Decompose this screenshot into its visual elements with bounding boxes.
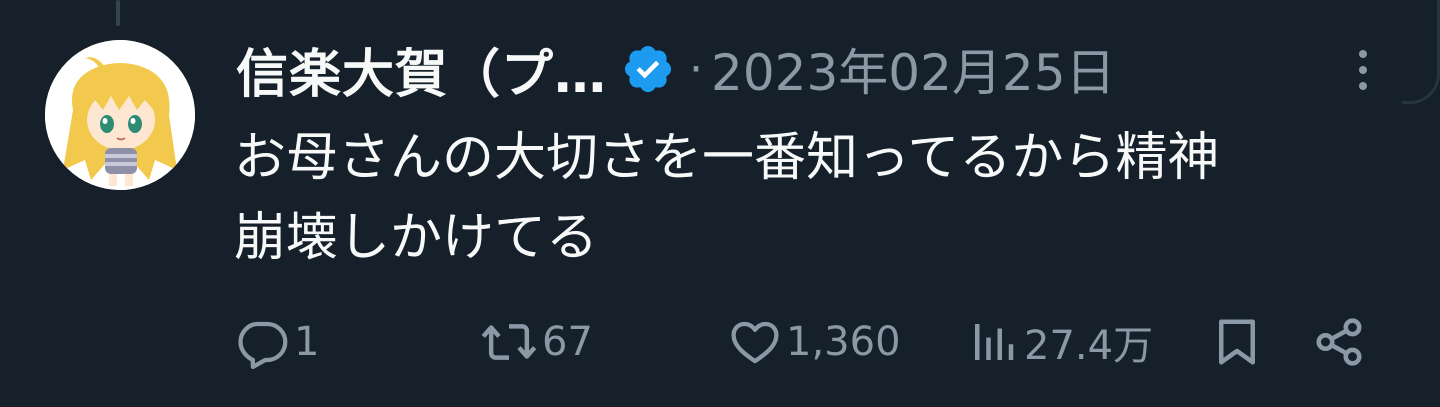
- bookmark-icon: [1219, 319, 1255, 365]
- tweet[interactable]: 信楽大賀（プ… · 2023年02月25日 お母さんの大切さを一番知ってるから精…: [0, 0, 1440, 407]
- bookmark-button[interactable]: [1210, 312, 1264, 372]
- like-count: 1,360: [786, 319, 901, 365]
- reply-button[interactable]: 1: [236, 312, 319, 372]
- reply-count: 1: [294, 319, 320, 365]
- separator-dot: ·: [689, 43, 704, 95]
- retweet-button[interactable]: 67: [480, 312, 593, 372]
- views-count: 27.4万: [1024, 323, 1154, 369]
- reply-icon: [238, 321, 288, 369]
- more-vertical-icon[interactable]: [1348, 40, 1378, 100]
- heart-icon: [731, 321, 779, 364]
- action-bar: 1 67 1,360 27.4万: [0, 312, 1440, 372]
- avatar[interactable]: [45, 40, 195, 190]
- verified-badge-icon: [621, 42, 675, 96]
- tweet-text: お母さんの大切さを一番知ってるから精神 崩壊しかけてる: [234, 128, 1220, 268]
- retweet-icon: [481, 324, 537, 360]
- tweet-header: 信楽大賀（プ… · 2023年02月25日: [236, 32, 1116, 107]
- like-button[interactable]: 1,360: [728, 312, 901, 372]
- share-button[interactable]: [1312, 312, 1366, 372]
- retweet-count: 67: [542, 319, 593, 365]
- avatar-image: [45, 40, 195, 190]
- thread-line: [116, 0, 120, 26]
- share-icon: [1316, 318, 1362, 366]
- corner-decoration: [1402, 0, 1440, 104]
- author-name[interactable]: 信楽大賀（プ…: [236, 32, 607, 107]
- views-button[interactable]: 27.4万: [966, 312, 1153, 372]
- views-icon: [975, 324, 1014, 360]
- tweet-date[interactable]: 2023年02月25日: [711, 33, 1116, 105]
